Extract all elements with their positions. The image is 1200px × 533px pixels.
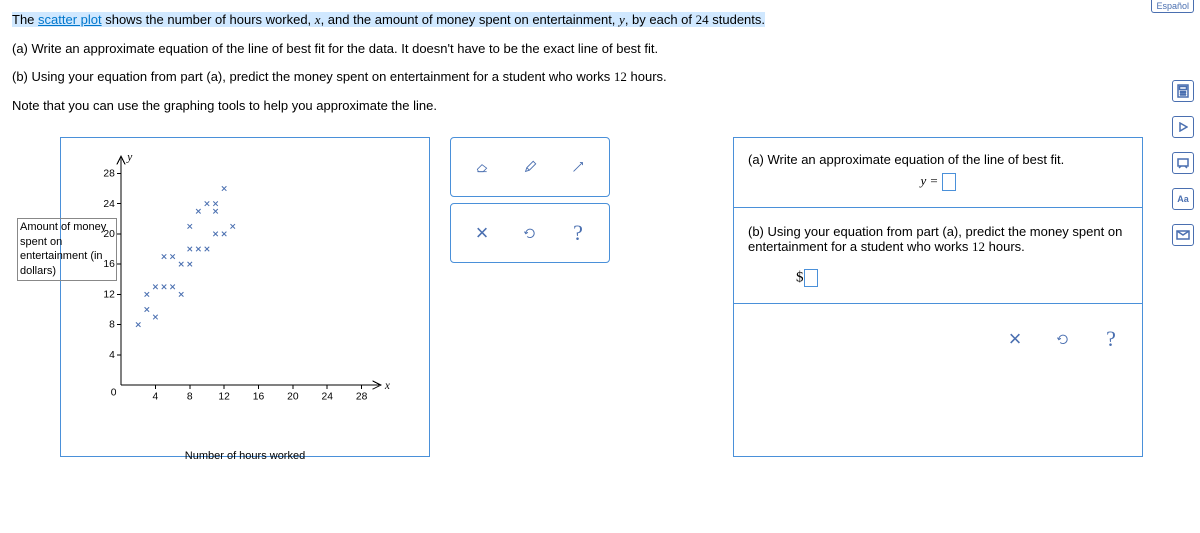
text-size-icon[interactable]: Aa bbox=[1172, 188, 1194, 210]
eraser-tool[interactable] bbox=[469, 154, 495, 180]
part-a-text: (a) Write an approximate equation of the… bbox=[12, 37, 1143, 62]
svg-text:20: 20 bbox=[287, 391, 299, 402]
line-tool[interactable] bbox=[565, 154, 591, 180]
dollar-sign: $ bbox=[796, 269, 804, 285]
intro-pre: The bbox=[12, 12, 38, 27]
help-button[interactable]: ? bbox=[565, 220, 591, 246]
separator2 bbox=[734, 303, 1142, 304]
svg-text:8: 8 bbox=[187, 391, 193, 402]
svg-text:16: 16 bbox=[253, 391, 265, 402]
answer-tools: × ? bbox=[748, 320, 1128, 352]
answer-b-post: hours. bbox=[985, 239, 1025, 254]
clear-answer-button[interactable]: × bbox=[1002, 326, 1028, 352]
present-icon[interactable] bbox=[1172, 152, 1194, 174]
intro-mid2: , and the amount of money spent on enter… bbox=[321, 12, 619, 27]
x-axis-name: x bbox=[384, 380, 390, 392]
pen-tool[interactable] bbox=[517, 154, 543, 180]
note-text: Note that you can use the graphing tools… bbox=[12, 94, 1143, 119]
var-x: x bbox=[315, 12, 321, 27]
question-text-block: The scatter plot shows the number of hou… bbox=[12, 8, 1143, 119]
svg-text:4: 4 bbox=[153, 391, 159, 402]
equation-input[interactable] bbox=[942, 173, 956, 191]
svg-text:4: 4 bbox=[109, 350, 115, 361]
svg-text:28: 28 bbox=[356, 391, 368, 402]
x-axis-label: Number of hours worked bbox=[61, 450, 429, 462]
answer-panel: (a) Write an approximate equation of the… bbox=[733, 137, 1143, 457]
part-b-hours: 12 bbox=[614, 69, 627, 84]
var-y: y bbox=[619, 12, 625, 27]
svg-text:8: 8 bbox=[109, 319, 115, 330]
intro-end: students. bbox=[709, 12, 765, 27]
intro-mid1: shows the number of hours worked, bbox=[102, 12, 315, 27]
scatter-plot-link[interactable]: scatter plot bbox=[38, 12, 102, 27]
eqn-left: y = bbox=[920, 173, 938, 188]
svg-text:16: 16 bbox=[103, 259, 115, 270]
drawing-tools bbox=[450, 137, 610, 197]
side-rail: Aa bbox=[1172, 80, 1194, 246]
separator bbox=[734, 207, 1142, 208]
part-b-post: hours. bbox=[627, 69, 667, 84]
student-count: 24 bbox=[696, 12, 709, 27]
answer-a-label: (a) Write an approximate equation of the… bbox=[748, 152, 1128, 167]
answer-b-hours: 12 bbox=[972, 239, 985, 254]
svg-text:12: 12 bbox=[103, 289, 115, 300]
svg-text:24: 24 bbox=[103, 199, 115, 210]
undo-button[interactable] bbox=[517, 220, 543, 246]
plot-svg: y x 0 4 8 12 16 20 24 28 4 8 12 16 20 24 28 bbox=[87, 148, 419, 416]
svg-text:12: 12 bbox=[218, 391, 230, 402]
svg-text:28: 28 bbox=[103, 168, 115, 179]
intro-mid3: , by each of bbox=[625, 12, 696, 27]
help-answer-button[interactable]: ? bbox=[1098, 326, 1124, 352]
scatter-plot[interactable]: Amount of money spent on entertainment (… bbox=[60, 137, 430, 457]
play-icon[interactable] bbox=[1172, 116, 1194, 138]
language-toggle[interactable]: Español bbox=[1151, 0, 1194, 13]
clear-button[interactable]: × bbox=[469, 220, 495, 246]
edit-tools: × ? bbox=[450, 203, 610, 263]
svg-text:24: 24 bbox=[321, 391, 333, 402]
answer-b-pre: (b) Using your equation from part (a), p… bbox=[748, 224, 1122, 254]
svg-text:20: 20 bbox=[103, 229, 115, 240]
undo-answer-button[interactable] bbox=[1050, 326, 1076, 352]
part-b-pre: (b) Using your equation from part (a), p… bbox=[12, 69, 614, 84]
origin-label: 0 bbox=[111, 387, 117, 398]
y-axis-name: y bbox=[126, 151, 133, 163]
mail-icon[interactable] bbox=[1172, 224, 1194, 246]
calculator-icon[interactable] bbox=[1172, 80, 1194, 102]
dollar-input[interactable] bbox=[804, 269, 818, 287]
